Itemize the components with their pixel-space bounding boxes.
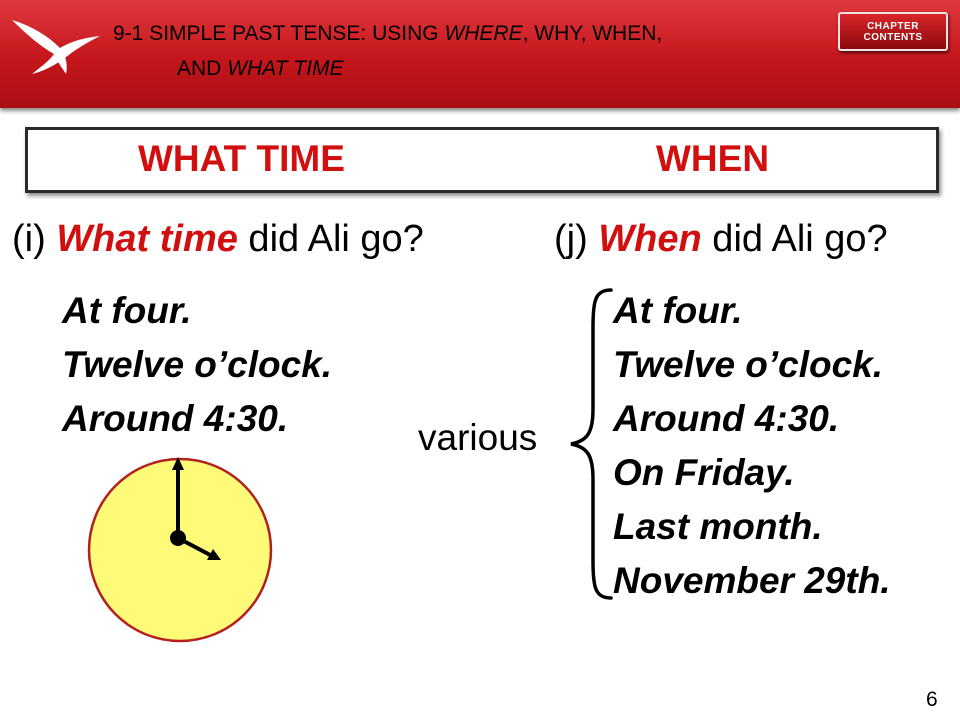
answer-line: Around 4:30.: [613, 398, 840, 439]
page-number: 6: [926, 688, 938, 711]
header-when: WHEN: [656, 138, 770, 179]
question-what-time: (i) What time did Ali go?: [12, 218, 424, 260]
chapter-contents-button[interactable]: CHAPTER CONTENTS: [838, 12, 948, 51]
answer-line: Around 4:30.: [62, 398, 289, 439]
answer-line: November 29th.: [613, 560, 891, 601]
left-answer-list: At four. Twelve o’clock. Around 4:30.: [62, 284, 332, 446]
chapter-button-line2: CONTENTS: [863, 31, 923, 43]
curly-brace-icon: [570, 288, 613, 600]
chapter-button-line1: CHAPTER: [867, 20, 919, 32]
clock-icon: [87, 457, 273, 643]
header-title-line1: 9-1 SIMPLE PAST TENSE: USING WHERE, WHY,…: [113, 22, 663, 45]
answer-line: Twelve o’clock.: [62, 344, 333, 385]
question-when: (j) When did Ali go?: [554, 218, 888, 260]
column-header-box: WHAT TIME WHEN: [25, 127, 939, 193]
various-label: various: [418, 417, 538, 458]
answer-line: Twelve o’clock.: [613, 344, 884, 385]
answer-line: At four.: [62, 290, 192, 331]
header-what-time: WHAT TIME: [138, 138, 345, 179]
right-answer-list: At four. Twelve o’clock. Around 4:30. On…: [613, 284, 891, 608]
header-title-line2: AND WHAT TIME: [177, 57, 344, 80]
answer-line: At four.: [613, 290, 743, 331]
swallow-logo-icon: [12, 20, 100, 74]
answer-line: On Friday.: [613, 452, 795, 493]
header-bar: 9-1 SIMPLE PAST TENSE: USING WHERE, WHY,…: [0, 0, 960, 108]
answer-line: Last month.: [613, 506, 823, 547]
